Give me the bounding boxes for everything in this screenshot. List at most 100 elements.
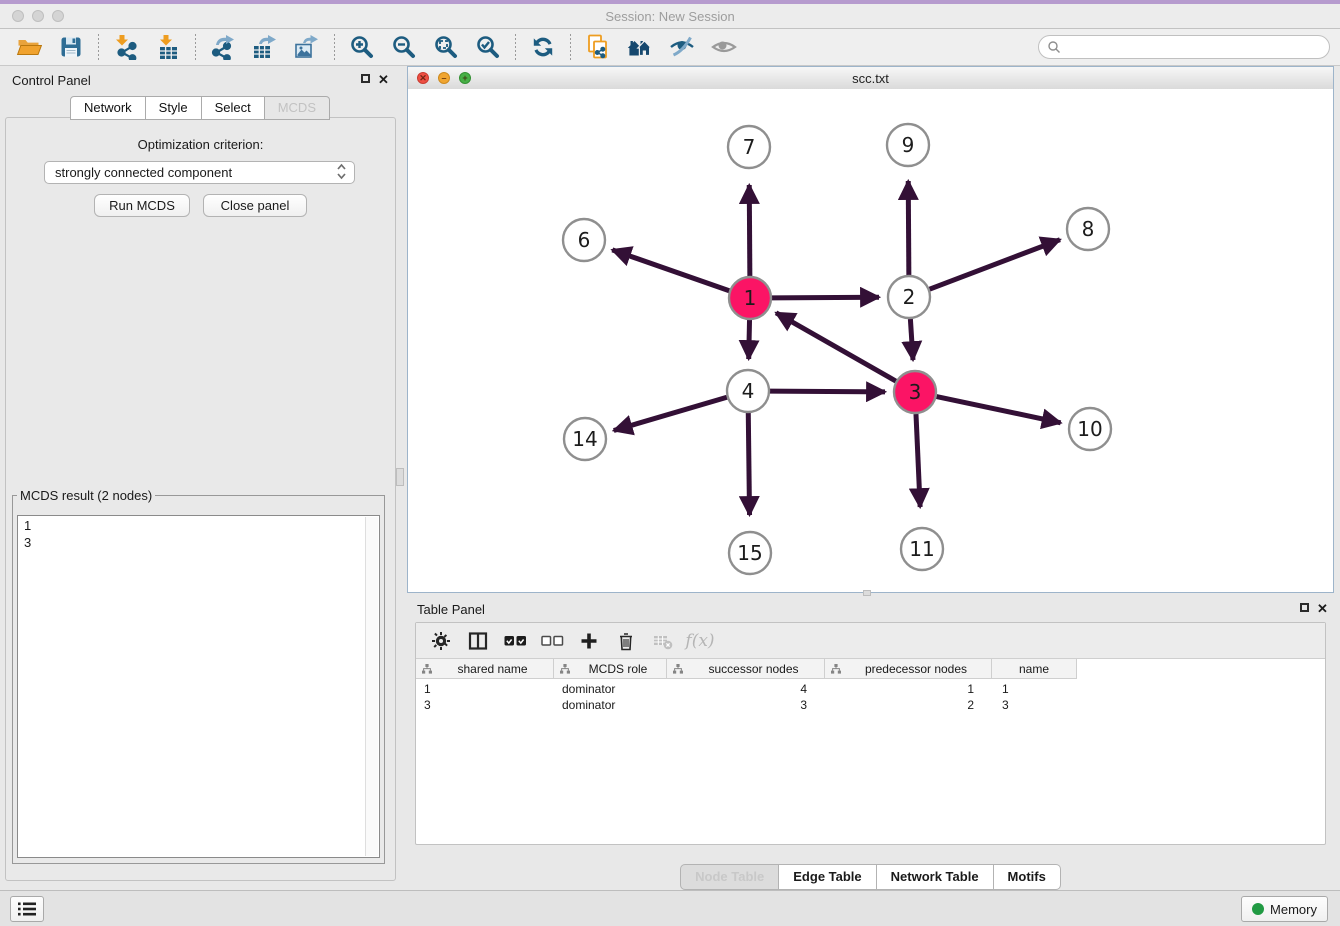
graph-node-9[interactable]: 9 xyxy=(887,124,929,166)
graph-edge-1-2[interactable] xyxy=(772,297,879,298)
eye-icon xyxy=(711,34,737,60)
graph-node-6[interactable]: 6 xyxy=(563,219,605,261)
mcds-panel: Optimization criterion: strongly connect… xyxy=(5,117,396,881)
tab-motifs[interactable]: Motifs xyxy=(994,864,1061,890)
graph-edge-1-6[interactable] xyxy=(612,250,729,291)
graph-edge-4-15[interactable] xyxy=(748,413,749,515)
cell-predecessor-nodes[interactable]: 1 xyxy=(825,681,992,697)
column-header-mcds-role[interactable]: MCDS role xyxy=(554,659,667,679)
export-network-button[interactable] xyxy=(208,32,238,62)
show-all-button[interactable] xyxy=(709,32,739,62)
network-canvas[interactable]: 7 9 6 8 1 2 4 3 14 10 15 11 xyxy=(408,89,1333,592)
cell-predecessor-nodes[interactable]: 2 xyxy=(825,697,992,713)
zoom-fit-button[interactable] xyxy=(431,32,461,62)
graph-edge-4-14[interactable] xyxy=(614,397,727,430)
graph-edge-2-9[interactable] xyxy=(908,181,909,275)
table-row[interactable]: 3 dominator 3 2 3 xyxy=(416,697,1077,713)
column-header-successor-nodes[interactable]: successor nodes xyxy=(667,659,825,679)
graph-edge-3-10[interactable] xyxy=(937,397,1061,423)
tab-style[interactable]: Style xyxy=(146,96,202,120)
cell-shared-name[interactable]: 1 xyxy=(416,681,554,697)
column-type-icon xyxy=(831,664,841,674)
cell-name[interactable]: 3 xyxy=(992,697,1077,713)
graph-edge-2-3[interactable] xyxy=(910,319,913,360)
network-frame-titlebar[interactable]: ✕ – + scc.txt xyxy=(408,67,1333,90)
search-field[interactable] xyxy=(1038,35,1330,59)
close-table-panel-button[interactable]: ✕ xyxy=(1317,603,1328,614)
tab-node-table[interactable]: Node Table xyxy=(680,864,779,890)
float-panel-button[interactable] xyxy=(361,74,370,83)
graph-edge-1-4[interactable] xyxy=(749,320,750,359)
table-row[interactable]: 1 dominator 4 1 1 xyxy=(416,681,1077,697)
delete-column-button[interactable] xyxy=(650,629,676,653)
cell-name[interactable]: 1 xyxy=(992,681,1077,697)
graph-node-label: 2 xyxy=(903,285,916,309)
zoom-out-button[interactable] xyxy=(389,32,419,62)
column-header-shared-name[interactable]: shared name xyxy=(416,659,554,679)
close-panel-button[interactable]: ✕ xyxy=(378,74,389,85)
float-table-panel-button[interactable] xyxy=(1300,603,1309,612)
memory-button[interactable]: Memory xyxy=(1241,896,1328,922)
first-neighbors-button[interactable] xyxy=(625,32,655,62)
hide-selected-button[interactable] xyxy=(667,32,697,62)
import-network-button[interactable] xyxy=(111,32,141,62)
graph-edge-1-7[interactable] xyxy=(749,185,750,276)
tab-mcds[interactable]: MCDS xyxy=(265,96,330,120)
graph-edge-3-11[interactable] xyxy=(916,414,920,507)
panel-list-button[interactable] xyxy=(10,896,44,922)
show-column-button[interactable] xyxy=(465,629,491,653)
cell-shared-name[interactable]: 3 xyxy=(416,697,554,713)
graph-node-3[interactable]: 3 xyxy=(894,371,936,413)
table-options-button[interactable] xyxy=(428,629,454,653)
delete-row-button[interactable] xyxy=(613,629,639,653)
close-panel-button-mcds[interactable]: Close panel xyxy=(203,194,307,217)
cell-successor-nodes[interactable]: 4 xyxy=(667,681,825,697)
tab-network[interactable]: Network xyxy=(70,96,146,120)
column-header-predecessor-nodes[interactable]: predecessor nodes xyxy=(825,659,992,679)
open-folder-icon xyxy=(16,34,42,60)
zoom-selected-button[interactable] xyxy=(473,32,503,62)
graph-node-label: 14 xyxy=(572,427,597,451)
add-row-button[interactable] xyxy=(576,629,602,653)
graph-node-label: 10 xyxy=(1077,417,1102,441)
graph-edge-3-1[interactable] xyxy=(776,313,896,381)
import-table-button[interactable] xyxy=(153,32,183,62)
refresh-button[interactable] xyxy=(528,32,558,62)
save-session-button[interactable] xyxy=(56,32,86,62)
graph-edge-2-8[interactable] xyxy=(930,240,1060,290)
graph-node-14[interactable]: 14 xyxy=(564,418,606,460)
cell-mcds-role[interactable]: dominator xyxy=(554,681,667,697)
mcds-result-text[interactable]: 1 3 xyxy=(17,515,380,858)
export-table-button[interactable] xyxy=(250,32,280,62)
graph-node-11[interactable]: 11 xyxy=(901,528,943,570)
tab-network-table[interactable]: Network Table xyxy=(877,864,994,890)
vertical-splitter-handle[interactable] xyxy=(396,468,404,486)
network-title: scc.txt xyxy=(408,71,1333,86)
open-session-button[interactable] xyxy=(14,32,44,62)
function-builder-button[interactable]: f(x) xyxy=(687,629,713,653)
cell-successor-nodes[interactable]: 3 xyxy=(667,697,825,713)
tab-select[interactable]: Select xyxy=(202,96,265,120)
criterion-select[interactable]: strongly connected component xyxy=(44,161,355,184)
graph-node-8[interactable]: 8 xyxy=(1067,208,1109,250)
graph-node-15[interactable]: 15 xyxy=(729,532,771,574)
graph-node-label: 7 xyxy=(743,135,756,159)
run-mcds-button[interactable]: Run MCDS xyxy=(94,194,190,217)
memory-status-dot xyxy=(1252,903,1264,915)
duplicate-network-button[interactable] xyxy=(583,32,613,62)
deselect-all-rows-button[interactable] xyxy=(539,629,565,653)
graph-node-7[interactable]: 7 xyxy=(728,126,770,168)
tab-edge-table[interactable]: Edge Table xyxy=(779,864,876,890)
graph-node-1[interactable]: 1 xyxy=(729,277,771,319)
select-all-rows-button[interactable] xyxy=(502,629,528,653)
graph-node-10[interactable]: 10 xyxy=(1069,408,1111,450)
zoom-in-button[interactable] xyxy=(347,32,377,62)
export-image-button[interactable] xyxy=(292,32,322,62)
cell-mcds-role[interactable]: dominator xyxy=(554,697,667,713)
column-header-name[interactable]: name xyxy=(992,659,1077,679)
window-title: Session: New Session xyxy=(0,9,1340,24)
graph-node-2[interactable]: 2 xyxy=(888,276,930,318)
graph-edge-4-3[interactable] xyxy=(770,391,885,392)
graph-node-4[interactable]: 4 xyxy=(727,370,769,412)
result-scrollbar[interactable] xyxy=(365,517,378,856)
